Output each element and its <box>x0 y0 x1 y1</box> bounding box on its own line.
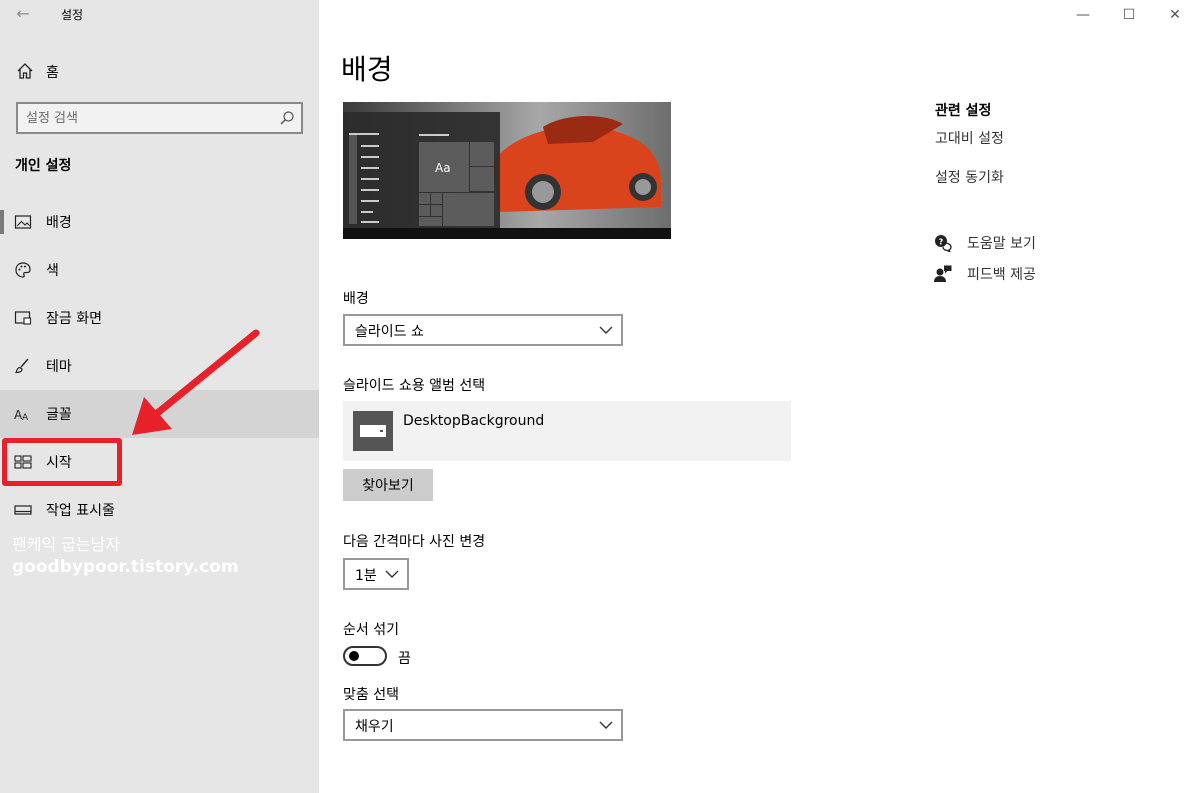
high-contrast-link[interactable]: 고대비 설정 <box>935 128 1004 148</box>
font-icon: A A <box>14 408 29 423</box>
theme-brush-icon <box>15 358 29 374</box>
annotation-arrow <box>132 329 260 435</box>
folder-thumbnail <box>353 411 393 451</box>
sync-settings-link[interactable]: 설정 동기화 <box>935 167 1004 187</box>
sidebar-item-label: 잠금 화면 <box>46 311 102 327</box>
shuffle-state: 끔 <box>398 651 411 667</box>
chevron-down-icon <box>599 326 613 334</box>
chevron-down-icon <box>599 721 613 729</box>
home-nav-item[interactable]: 홈 <box>0 56 319 86</box>
album-label: 슬라이드 쇼용 앨범 선택 <box>343 378 486 394</box>
feedback-person-icon <box>934 265 952 282</box>
preview-sample-text: Aa <box>435 161 451 175</box>
folder-icon <box>360 425 386 437</box>
annotation-highlight-box <box>2 438 122 486</box>
taskbar-icon <box>14 505 32 515</box>
help-label: 도움말 보기 <box>967 236 1036 252</box>
minimize-button[interactable]: — <box>1060 0 1106 30</box>
help-chat-icon: ? <box>935 235 952 252</box>
background-type-value: 슬라이드 쇼 <box>355 324 424 340</box>
picture-icon <box>14 215 32 229</box>
watermark-line-1: 팬케익 굽는남자 <box>12 535 121 554</box>
feedback-label: 피드백 제공 <box>967 267 1036 283</box>
preview-image: Aa <box>343 102 671 239</box>
home-label: 홈 <box>46 65 59 81</box>
app-title: 설정 <box>61 8 84 22</box>
sidebar-item-background[interactable]: 배경 <box>0 198 319 246</box>
interval-dropdown[interactable]: 1분 <box>343 558 409 590</box>
sidebar-item-label: 작업 표시줄 <box>46 503 115 519</box>
watermark-line-2: goodbypoor.tistory.com <box>12 557 239 577</box>
sidebar-item-label: 글꼴 <box>46 407 72 423</box>
svg-text:A: A <box>22 413 29 423</box>
help-link[interactable]: ? 도움말 보기 <box>934 232 1054 254</box>
search-icon[interactable] <box>279 110 295 126</box>
shuffle-toggle[interactable] <box>343 646 387 666</box>
lock-screen-icon <box>14 311 32 325</box>
interval-value: 1분 <box>355 568 377 584</box>
sidebar-item-taskbar[interactable]: 작업 표시줄 <box>0 486 319 534</box>
toggle-knob <box>349 651 359 661</box>
album-item[interactable]: DesktopBackground <box>343 401 791 461</box>
background-preview: Aa <box>343 102 671 239</box>
page-title: 배경 <box>341 53 393 86</box>
fit-dropdown[interactable]: 채우기 <box>343 709 623 741</box>
sidebar-item-label: 테마 <box>46 359 72 375</box>
section-title: 개인 설정 <box>15 158 72 174</box>
album-name: DesktopBackground <box>403 413 545 429</box>
search-box[interactable] <box>16 102 303 134</box>
browse-button[interactable]: 찾아보기 <box>343 469 433 501</box>
close-button[interactable]: ✕ <box>1152 0 1189 30</box>
maximize-button[interactable]: ☐ <box>1106 0 1152 30</box>
back-button[interactable]: ← <box>10 2 36 26</box>
fit-value: 채우기 <box>355 719 394 735</box>
interval-label: 다음 간격마다 사진 변경 <box>343 534 486 550</box>
related-settings-title: 관련 설정 <box>935 103 992 119</box>
sidebar-item-label: 배경 <box>46 215 72 231</box>
sidebar-item-color[interactable]: 색 <box>0 246 319 294</box>
palette-icon <box>15 262 31 278</box>
feedback-link[interactable]: 피드백 제공 <box>934 263 1054 285</box>
sidebar-item-label: 색 <box>46 263 59 279</box>
shuffle-label: 순서 섞기 <box>343 622 399 638</box>
chevron-down-icon <box>385 570 399 578</box>
watermark: 팬케익 굽는남자 goodbypoor.tistory.com <box>12 534 239 578</box>
home-icon <box>17 63 33 79</box>
svg-text:?: ? <box>939 238 944 247</box>
background-type-dropdown[interactable]: 슬라이드 쇼 <box>343 314 623 346</box>
background-type-label: 배경 <box>343 291 369 307</box>
search-input[interactable] <box>26 109 266 127</box>
title-bar: ← 설정 <box>0 0 319 30</box>
fit-label: 맞춤 선택 <box>343 687 399 703</box>
